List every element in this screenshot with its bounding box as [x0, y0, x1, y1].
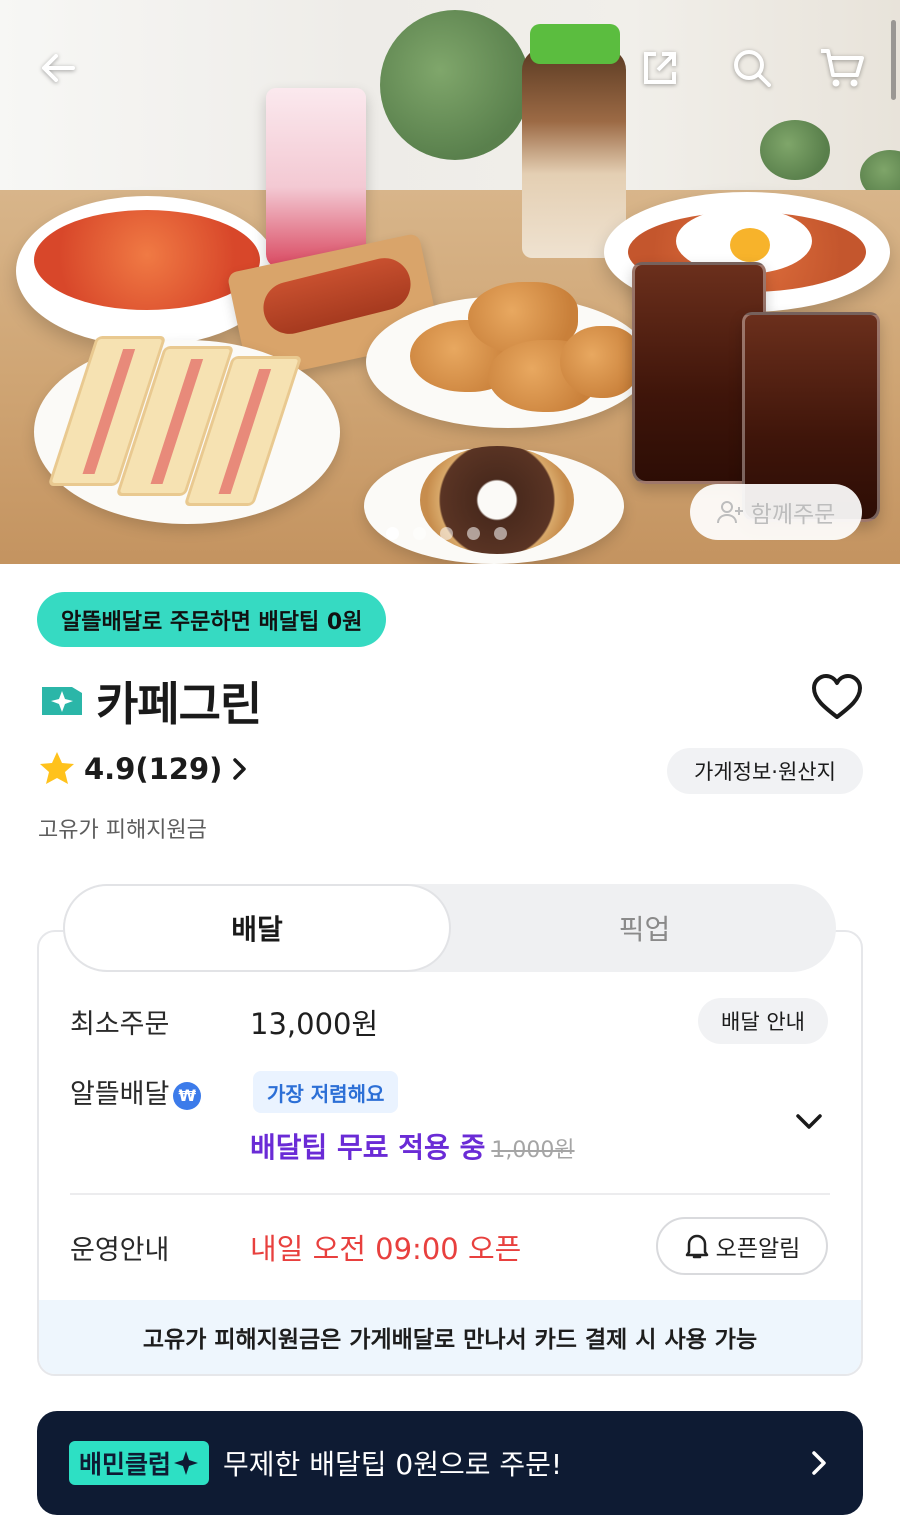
add-person-icon	[716, 501, 743, 524]
together-order-button[interactable]: 함께주문	[690, 484, 862, 540]
carousel-dots	[386, 527, 507, 540]
delivery-guide-button[interactable]: 배달 안내	[698, 998, 828, 1044]
chevron-right-icon	[812, 1451, 826, 1475]
free-delivery-tip: 배달팁 무료 적용 중 1,000원	[250, 1126, 575, 1166]
carousel-dot[interactable]	[494, 527, 507, 540]
store-info-origin-button[interactable]: 가게정보·원산지	[667, 748, 863, 794]
bell-icon	[685, 1234, 708, 1259]
baemin-club-icon	[42, 687, 82, 715]
won-coin-icon: ₩	[173, 1081, 202, 1110]
arrow-left-icon	[42, 54, 75, 82]
club-tag: 배민클럽	[69, 1441, 210, 1485]
open-alarm-button[interactable]: 오픈알림	[656, 1217, 828, 1275]
sparkle-icon	[174, 1451, 199, 1475]
chevron-right-icon	[233, 758, 247, 780]
baemin-club-banner[interactable]: 배민클럽 무제한 배달팁 0원으로 주문!	[37, 1411, 863, 1515]
share-icon	[644, 52, 676, 84]
hero-pink-drink	[266, 88, 366, 268]
subsidy-note: 고유가 피해지원금	[38, 818, 207, 843]
open-alarm-label: 오픈알림	[715, 1236, 801, 1262]
search-icon	[734, 50, 771, 87]
cart-icon	[821, 49, 864, 87]
order-type-tabs: 배달 픽업	[63, 884, 836, 972]
original-tip-price: 1,000원	[491, 1138, 575, 1163]
operation-label: 운영안내	[70, 1235, 170, 1266]
cart-button[interactable]	[814, 40, 870, 96]
open-time: 내일 오전 09:00 오픈	[250, 1232, 522, 1266]
hero-plant	[380, 10, 530, 160]
saving-delivery-label-row: 알뜰배달 ₩	[70, 1072, 202, 1111]
tab-delivery[interactable]: 배달	[63, 884, 451, 972]
carousel-dot[interactable]	[467, 527, 480, 540]
share-button[interactable]	[632, 40, 688, 96]
chevron-down-icon[interactable]	[794, 1106, 824, 1136]
cheapest-badge: 가장 저렴해요	[253, 1071, 399, 1113]
promo-badge: 알뜰배달로 주문하면 배달팁 0원	[37, 592, 387, 647]
store-title-row: 카페그린	[40, 668, 262, 734]
free-tip-text: 배달팁 무료 적용 중	[250, 1131, 486, 1164]
club-tag-label: 배민클럽	[79, 1450, 172, 1479]
carousel-dot[interactable]	[386, 527, 399, 540]
rating-link[interactable]: 4.9(129)	[38, 750, 250, 788]
store-name: 카페그린	[96, 677, 262, 731]
rating-score: 4.9(129)	[84, 752, 223, 786]
subsidy-usage-notice: 고유가 피해지원금은 가게배달로 만나서 카드 결제 시 사용 가능	[39, 1300, 861, 1374]
scrollbar[interactable]	[891, 20, 896, 100]
saving-delivery-label: 알뜰배달	[70, 1079, 170, 1110]
min-order-label: 최소주문	[70, 1009, 170, 1040]
tab-pickup[interactable]: 픽업	[453, 884, 836, 972]
star-icon	[40, 752, 74, 784]
hero-taiyaki	[560, 326, 640, 398]
heart-icon[interactable]	[810, 672, 864, 722]
back-button[interactable]	[30, 40, 86, 96]
carousel-dot[interactable]	[440, 527, 453, 540]
hero-plant-small	[760, 120, 830, 180]
carousel-dot[interactable]	[413, 527, 426, 540]
hero-latte-bottle	[522, 48, 626, 258]
together-order-label: 함께주문	[750, 502, 836, 528]
min-order-value: 13,000원	[250, 1007, 379, 1041]
search-button[interactable]	[724, 40, 780, 96]
divider	[70, 1193, 830, 1195]
club-banner-text: 무제한 배달팁 0원으로 주문!	[223, 1448, 563, 1481]
hero-bottle-cap	[530, 24, 620, 64]
